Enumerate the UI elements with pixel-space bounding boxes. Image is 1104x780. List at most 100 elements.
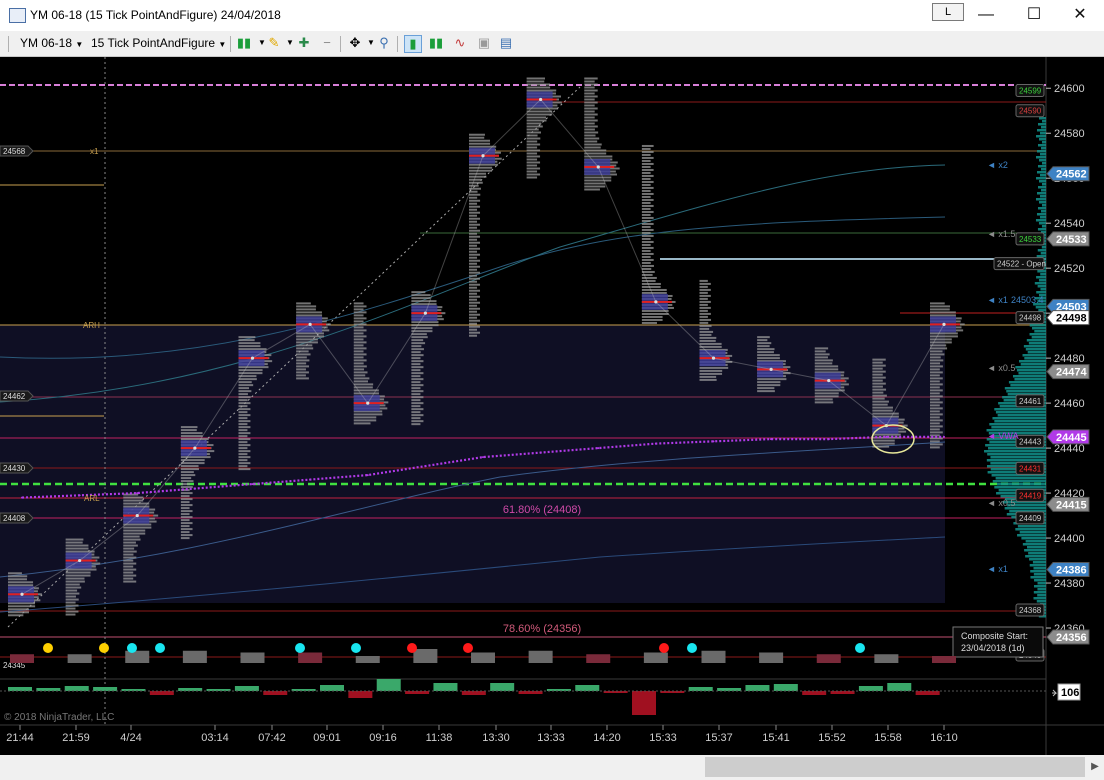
profile-row xyxy=(353,332,364,335)
profile-row xyxy=(411,360,424,363)
profile-row xyxy=(180,477,192,480)
profile-row xyxy=(353,413,383,416)
profile-row xyxy=(469,196,478,199)
crosshair-icon[interactable]: ✥ xyxy=(347,35,363,51)
profile-row xyxy=(699,369,723,372)
vwap-label: ◄ VWA xyxy=(987,431,1019,441)
profile-row xyxy=(411,321,439,324)
profile-row xyxy=(65,595,76,598)
profile-row xyxy=(814,359,833,362)
profile-row xyxy=(930,395,943,398)
profile-row xyxy=(757,345,770,348)
svg-text:24462: 24462 xyxy=(3,392,26,401)
profile-row xyxy=(872,394,887,397)
profile-row xyxy=(699,300,711,303)
bar-style-icon[interactable]: ▮▮ xyxy=(236,35,252,51)
volume-profile-row xyxy=(1040,210,1046,213)
profile-row xyxy=(641,219,651,222)
profile-row xyxy=(526,140,538,143)
volume-histogram-bar xyxy=(575,685,600,691)
profile-row xyxy=(641,189,651,192)
volume-profile-row xyxy=(1032,561,1046,564)
link-button[interactable]: L xyxy=(932,3,964,21)
profile-row xyxy=(930,404,940,407)
profile-row xyxy=(123,538,141,541)
profile-row xyxy=(238,402,251,405)
profile-row xyxy=(469,307,481,310)
volume-profile-row xyxy=(1035,177,1046,180)
volume-profile-row xyxy=(1021,537,1046,540)
profile-row xyxy=(411,399,421,402)
price-tick-label: 24440 xyxy=(1054,443,1085,455)
profile-row xyxy=(353,341,367,344)
maximize-button[interactable]: ☐ xyxy=(1019,5,1049,25)
price-badge-label: 24533 xyxy=(1056,234,1087,246)
profile-row xyxy=(641,159,651,162)
profile-row xyxy=(469,265,481,268)
profile-row xyxy=(8,611,29,614)
horizontal-scrollbar[interactable]: ▶ xyxy=(0,755,1104,780)
data-series-icon[interactable]: ▮ xyxy=(404,35,422,53)
pencil-icon[interactable]: ✎ xyxy=(266,35,282,51)
volume-profile-row xyxy=(992,480,1046,483)
profile-row xyxy=(930,302,945,305)
volume-profile-row xyxy=(1037,588,1046,591)
profile-row xyxy=(180,495,190,498)
volume-profile-row xyxy=(1041,204,1046,207)
profile-row xyxy=(353,392,379,395)
profile-row xyxy=(641,246,654,249)
profile-row xyxy=(238,438,251,441)
profile-row xyxy=(641,195,651,198)
volume-profile-row xyxy=(1019,531,1046,534)
profile-row xyxy=(353,347,367,350)
inner-tag-label: 24599 xyxy=(1019,86,1042,95)
profile-row xyxy=(238,336,256,339)
profile-row xyxy=(930,350,943,353)
profile-row xyxy=(526,128,539,131)
signal-marker xyxy=(295,643,305,653)
scroll-right-icon[interactable]: ▶ xyxy=(1086,757,1104,777)
profile-row xyxy=(641,279,656,282)
profile-row xyxy=(238,468,251,471)
instrument-selector[interactable]: YM 06-18 ▼ xyxy=(20,36,83,50)
profile-row xyxy=(699,342,722,345)
profile-row xyxy=(469,241,481,244)
zoom-out-icon[interactable]: − xyxy=(319,35,335,51)
volume-profile-row xyxy=(997,414,1046,417)
time-tick-label: 15:41 xyxy=(762,732,790,744)
volume-bar xyxy=(759,652,784,663)
profile-row xyxy=(180,501,190,504)
profile-row xyxy=(526,155,541,158)
profile-row xyxy=(584,188,600,191)
profile-row xyxy=(296,341,318,344)
profile-row xyxy=(930,374,940,377)
strategies-icon[interactable]: ∿ xyxy=(452,35,468,51)
minimize-button[interactable]: — xyxy=(971,5,1001,25)
templates-icon[interactable]: ▤ xyxy=(498,35,514,51)
profile-row xyxy=(584,131,599,134)
zoom-in-icon[interactable]: ✚ xyxy=(296,35,312,51)
vwap-point xyxy=(712,440,715,443)
scrollbar-thumb[interactable] xyxy=(705,757,1085,777)
profile-row xyxy=(641,267,652,270)
profile-row xyxy=(238,435,248,438)
profile-row xyxy=(353,305,367,308)
profile-row xyxy=(872,382,886,385)
volume-profile-row xyxy=(995,411,1046,414)
profile-row xyxy=(584,98,595,101)
profile-row xyxy=(469,244,478,247)
properties-icon[interactable]: ▣ xyxy=(476,35,492,51)
profile-row xyxy=(238,453,248,456)
profile-row xyxy=(353,338,364,341)
period-selector[interactable]: 15 Tick PointAndFigure ▼ xyxy=(91,36,226,50)
profile-row xyxy=(411,300,437,303)
chart-canvas[interactable]: 61.80% (24408) 78.60% (24356) x1 ARH ARL… xyxy=(0,57,1104,755)
price-badge-label: 24386 xyxy=(1056,565,1087,577)
chart-panel[interactable]: 61.80% (24408) 78.60% (24356) x1 ARH ARL… xyxy=(0,57,1104,755)
profile-row xyxy=(353,356,364,359)
close-button[interactable]: ✕ xyxy=(1065,5,1095,25)
indicators-icon[interactable]: ▮▮ xyxy=(428,35,444,51)
search-icon[interactable]: ⚲ xyxy=(376,35,392,51)
profile-row xyxy=(526,110,553,113)
profile-row xyxy=(469,226,478,229)
